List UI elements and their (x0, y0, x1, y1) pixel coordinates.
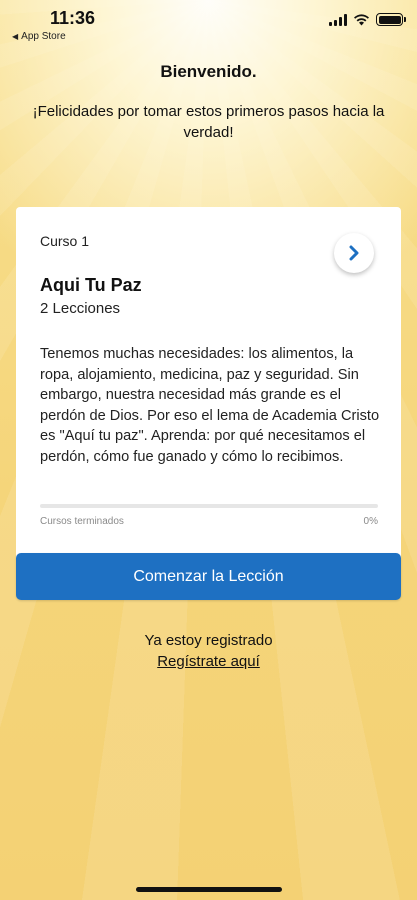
progress-value: 0% (363, 516, 378, 527)
welcome-subtitle: ¡Felicidades por tomar estos primeros pa… (32, 103, 385, 141)
progress-label: Cursos terminados (40, 516, 124, 527)
back-app-label: App Store (21, 31, 66, 42)
course-title: Aqui Tu Paz (40, 275, 142, 295)
course-progress-bar (40, 504, 378, 508)
home-indicator (136, 887, 282, 892)
status-bar: 11:36 ◀ App Store (0, 0, 417, 46)
register-link[interactable]: Regístrate aquí (0, 653, 417, 670)
chevron-right-icon (349, 245, 359, 261)
status-time: 11:36 (50, 8, 96, 28)
back-to-app-link[interactable]: ◀ App Store (12, 31, 66, 42)
start-lesson-button[interactable]: Comenzar la Lección (16, 553, 401, 600)
back-arrow-icon: ◀ (12, 32, 19, 41)
course-lessons-count: 2 Lecciones (40, 300, 121, 317)
course-card: Curso 1 Aqui Tu Paz 2 Lecciones Tenemos … (16, 207, 401, 579)
already-registered-text[interactable]: Ya estoy registrado (0, 632, 417, 649)
battery-icon (376, 13, 406, 26)
course-next-button[interactable] (334, 233, 374, 273)
status-icons (329, 13, 406, 26)
wifi-icon (354, 14, 369, 26)
course-description: Tenemos muchas necesidades: los alimento… (40, 346, 380, 465)
welcome-title: Bienvenido. (160, 62, 257, 81)
cellular-signal-icon (329, 13, 347, 26)
course-number: Curso 1 (40, 233, 90, 249)
